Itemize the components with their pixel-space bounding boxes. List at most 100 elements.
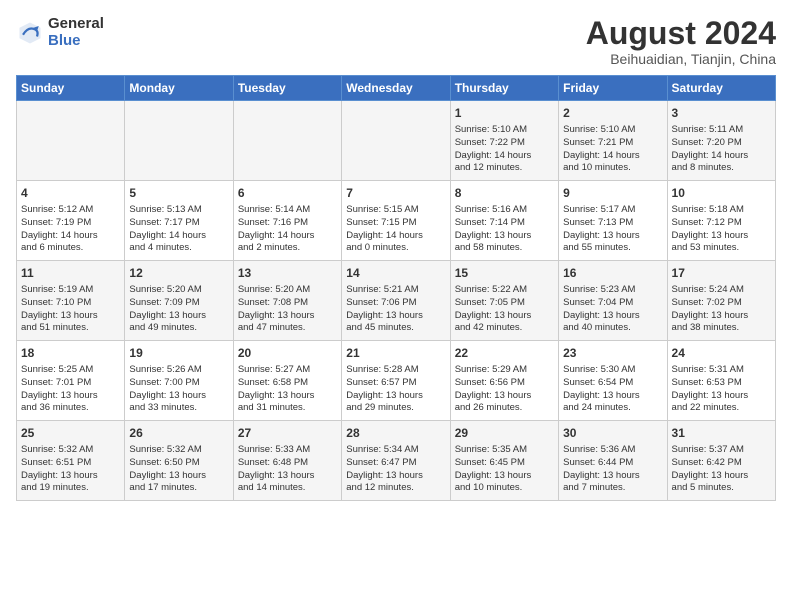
weekday-header-monday: Monday (125, 76, 233, 101)
calendar-cell: 13 Sunrise: 5:20 AM Sunset: 7:08 PM Dayli… (233, 261, 341, 341)
month-title: August 2024 (586, 16, 776, 51)
day-number: 2 (563, 105, 662, 122)
cell-content: Sunrise: 5:32 AM Sunset: 6:50 PM Dayligh… (129, 444, 228, 495)
weekday-header-saturday: Saturday (667, 76, 775, 101)
day-number: 3 (672, 105, 771, 122)
calendar-week-row: 4Sunrise: 5:12 AM Sunset: 7:19 PM Daylig… (17, 181, 776, 261)
day-number: 25 (21, 425, 120, 442)
calendar-table: SundayMondayTuesdayWednesdayThursdayFrid… (16, 75, 776, 501)
calendar-cell: 30Sunrise: 5:36 AM Sunset: 6:44 PM Dayli… (559, 421, 667, 501)
day-number: 7 (346, 185, 445, 202)
day-number: 28 (346, 425, 445, 442)
day-number: 24 (672, 345, 771, 362)
logo-blue-text: Blue (48, 33, 104, 50)
calendar-week-row: 11 Sunrise: 5:19 AM Sunset: 7:10 PM Dayli… (17, 261, 776, 341)
cell-content: Sunrise: 5:20 AM Sunset: 7:08 PM Dayligh… (238, 284, 337, 335)
day-number: 11 (21, 265, 120, 282)
cell-content: Sunrise: 5:18 AM Sunset: 7:12 PM Dayligh… (672, 204, 771, 255)
calendar-cell: 25 Sunrise: 5:32 AM Sunset: 6:51 PM Dayli… (17, 421, 125, 501)
day-number: 14 (346, 265, 445, 282)
day-number: 6 (238, 185, 337, 202)
cell-content: Sunrise: 5:20 AM Sunset: 7:09 PM Dayligh… (129, 284, 228, 335)
calendar-cell: 4Sunrise: 5:12 AM Sunset: 7:19 PM Daylig… (17, 181, 125, 261)
logo-general-text: General (48, 16, 104, 33)
day-number: 8 (455, 185, 554, 202)
calendar-cell (17, 101, 125, 181)
cell-content: Sunrise: 5:10 AM Sunset: 7:21 PM Dayligh… (563, 124, 662, 175)
header: General Blue August 2024 Beihuaidian, Ti… (16, 16, 776, 67)
weekday-header-sunday: Sunday (17, 76, 125, 101)
calendar-cell: 17Sunrise: 5:24 AM Sunset: 7:02 PM Dayli… (667, 261, 775, 341)
calendar-week-row: 18Sunrise: 5:25 AM Sunset: 7:01 PM Dayli… (17, 341, 776, 421)
day-number: 17 (672, 265, 771, 282)
calendar-cell (233, 101, 341, 181)
calendar-cell: 24 Sunrise: 5:31 AM Sunset: 6:53 PM Dayli… (667, 341, 775, 421)
cell-content: Sunrise: 5:30 AM Sunset: 6:54 PM Dayligh… (563, 364, 662, 415)
cell-content: Sunrise: 5:37 AM Sunset: 6:42 PM Dayligh… (672, 444, 771, 495)
day-number: 4 (21, 185, 120, 202)
weekday-header-thursday: Thursday (450, 76, 558, 101)
calendar-cell: 6 Sunrise: 5:14 AM Sunset: 7:16 PM Daylig… (233, 181, 341, 261)
logo: General Blue (16, 16, 104, 49)
cell-content: Sunrise: 5:35 AM Sunset: 6:45 PM Dayligh… (455, 444, 554, 495)
cell-content: Sunrise: 5:28 AM Sunset: 6:57 PM Dayligh… (346, 364, 445, 415)
cell-content: Sunrise: 5:29 AM Sunset: 6:56 PM Dayligh… (455, 364, 554, 415)
cell-content: Sunrise: 5:10 AM Sunset: 7:22 PM Dayligh… (455, 124, 554, 175)
day-number: 31 (672, 425, 771, 442)
cell-content: Sunrise: 5:15 AM Sunset: 7:15 PM Dayligh… (346, 204, 445, 255)
cell-content: Sunrise: 5:22 AM Sunset: 7:05 PM Dayligh… (455, 284, 554, 335)
calendar-cell: 9 Sunrise: 5:17 AM Sunset: 7:13 PM Daylig… (559, 181, 667, 261)
day-number: 21 (346, 345, 445, 362)
cell-content: Sunrise: 5:23 AM Sunset: 7:04 PM Dayligh… (563, 284, 662, 335)
title-block: August 2024 Beihuaidian, Tianjin, China (586, 16, 776, 67)
cell-content: Sunrise: 5:19 AM Sunset: 7:10 PM Dayligh… (21, 284, 120, 335)
day-number: 22 (455, 345, 554, 362)
calendar-header: SundayMondayTuesdayWednesdayThursdayFrid… (17, 76, 776, 101)
cell-content: Sunrise: 5:13 AM Sunset: 7:17 PM Dayligh… (129, 204, 228, 255)
calendar-cell: 20Sunrise: 5:27 AM Sunset: 6:58 PM Dayli… (233, 341, 341, 421)
calendar-cell: 1 Sunrise: 5:10 AM Sunset: 7:22 PM Daylig… (450, 101, 558, 181)
calendar-cell: 19Sunrise: 5:26 AM Sunset: 7:00 PM Dayli… (125, 341, 233, 421)
cell-content: Sunrise: 5:34 AM Sunset: 6:47 PM Dayligh… (346, 444, 445, 495)
cell-content: Sunrise: 5:33 AM Sunset: 6:48 PM Dayligh… (238, 444, 337, 495)
weekday-header-friday: Friday (559, 76, 667, 101)
day-number: 23 (563, 345, 662, 362)
weekday-header-tuesday: Tuesday (233, 76, 341, 101)
day-number: 18 (21, 345, 120, 362)
day-number: 12 (129, 265, 228, 282)
cell-content: Sunrise: 5:17 AM Sunset: 7:13 PM Dayligh… (563, 204, 662, 255)
day-number: 9 (563, 185, 662, 202)
calendar-cell: 27 Sunrise: 5:33 AM Sunset: 6:48 PM Dayli… (233, 421, 341, 501)
calendar-cell: 16Sunrise: 5:23 AM Sunset: 7:04 PM Dayli… (559, 261, 667, 341)
calendar-body: 1 Sunrise: 5:10 AM Sunset: 7:22 PM Daylig… (17, 101, 776, 501)
cell-content: Sunrise: 5:26 AM Sunset: 7:00 PM Dayligh… (129, 364, 228, 415)
cell-content: Sunrise: 5:32 AM Sunset: 6:51 PM Dayligh… (21, 444, 120, 495)
calendar-cell: 18Sunrise: 5:25 AM Sunset: 7:01 PM Dayli… (17, 341, 125, 421)
day-number: 1 (455, 105, 554, 122)
cell-content: Sunrise: 5:31 AM Sunset: 6:53 PM Dayligh… (672, 364, 771, 415)
page-container: General Blue August 2024 Beihuaidian, Ti… (0, 0, 792, 511)
calendar-cell: 10Sunrise: 5:18 AM Sunset: 7:12 PM Dayli… (667, 181, 775, 261)
day-number: 5 (129, 185, 228, 202)
cell-content: Sunrise: 5:11 AM Sunset: 7:20 PM Dayligh… (672, 124, 771, 175)
calendar-cell: 29Sunrise: 5:35 AM Sunset: 6:45 PM Dayli… (450, 421, 558, 501)
calendar-week-row: 1 Sunrise: 5:10 AM Sunset: 7:22 PM Daylig… (17, 101, 776, 181)
cell-content: Sunrise: 5:36 AM Sunset: 6:44 PM Dayligh… (563, 444, 662, 495)
calendar-cell: 28 Sunrise: 5:34 AM Sunset: 6:47 PM Dayli… (342, 421, 450, 501)
cell-content: Sunrise: 5:14 AM Sunset: 7:16 PM Dayligh… (238, 204, 337, 255)
cell-content: Sunrise: 5:27 AM Sunset: 6:58 PM Dayligh… (238, 364, 337, 415)
calendar-cell: 21 Sunrise: 5:28 AM Sunset: 6:57 PM Dayli… (342, 341, 450, 421)
calendar-cell: 3 Sunrise: 5:11 AM Sunset: 7:20 PM Daylig… (667, 101, 775, 181)
calendar-cell: 15 Sunrise: 5:22 AM Sunset: 7:05 PM Dayli… (450, 261, 558, 341)
logo-icon (16, 19, 44, 47)
calendar-cell: 5 Sunrise: 5:13 AM Sunset: 7:17 PM Daylig… (125, 181, 233, 261)
day-number: 13 (238, 265, 337, 282)
weekday-header-row: SundayMondayTuesdayWednesdayThursdayFrid… (17, 76, 776, 101)
calendar-cell: 12 Sunrise: 5:20 AM Sunset: 7:09 PM Dayli… (125, 261, 233, 341)
location: Beihuaidian, Tianjin, China (586, 51, 776, 67)
day-number: 15 (455, 265, 554, 282)
calendar-cell: 31 Sunrise: 5:37 AM Sunset: 6:42 PM Dayli… (667, 421, 775, 501)
calendar-cell (342, 101, 450, 181)
day-number: 27 (238, 425, 337, 442)
cell-content: Sunrise: 5:16 AM Sunset: 7:14 PM Dayligh… (455, 204, 554, 255)
